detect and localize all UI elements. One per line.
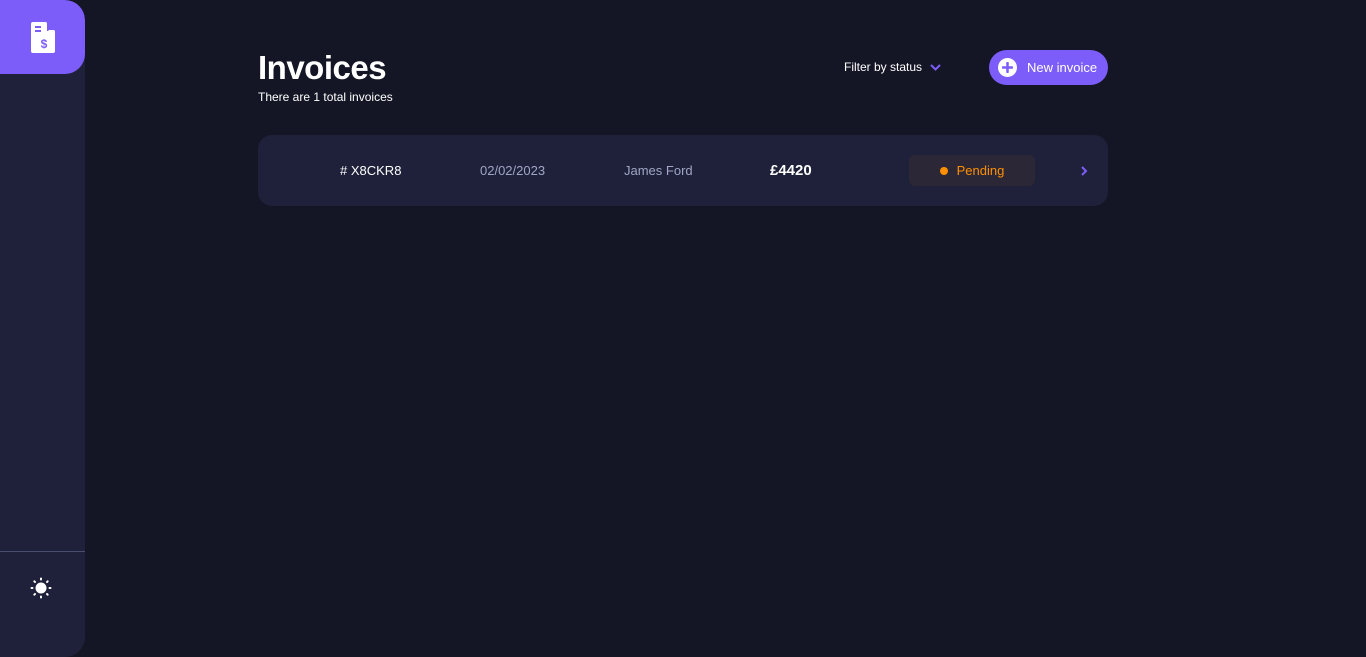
page-title: Invoices	[258, 49, 387, 86]
invoice-count-text: There are 1 total invoices	[258, 90, 393, 104]
sidebar-divider	[0, 551, 85, 552]
chevron-down-icon	[930, 63, 941, 71]
invoice-id: # X8CKR8	[340, 163, 402, 178]
new-invoice-button[interactable]: New invoice	[989, 50, 1108, 85]
status-dot	[939, 166, 948, 175]
invoice-document-icon: $	[30, 21, 55, 53]
plus-icon	[998, 58, 1017, 77]
app-logo[interactable]: $	[0, 0, 85, 74]
chevron-right-icon[interactable]	[1078, 164, 1090, 178]
invoice-amount: £4420	[770, 162, 812, 179]
invoice-due-date: 02/02/2023	[480, 163, 546, 178]
new-invoice-label: New invoice	[1027, 60, 1098, 75]
filter-label: Filter by status	[844, 60, 923, 74]
theme-toggle-button[interactable]	[28, 575, 54, 601]
svg-text:$: $	[40, 37, 47, 51]
filter-by-status-dropdown[interactable]: Filter by status	[844, 60, 941, 74]
status-label: Pending	[956, 163, 1005, 178]
page-header: Invoices There are 1 total invoices Filt…	[258, 50, 1108, 110]
invoice-row[interactable]: # X8CKR8 02/02/2023 James Ford £4420 Pen…	[258, 135, 1108, 206]
sidebar: $	[0, 0, 85, 657]
status-badge: Pending	[909, 155, 1035, 186]
invoice-client-name: James Ford	[624, 163, 693, 178]
sun-icon	[30, 577, 52, 599]
